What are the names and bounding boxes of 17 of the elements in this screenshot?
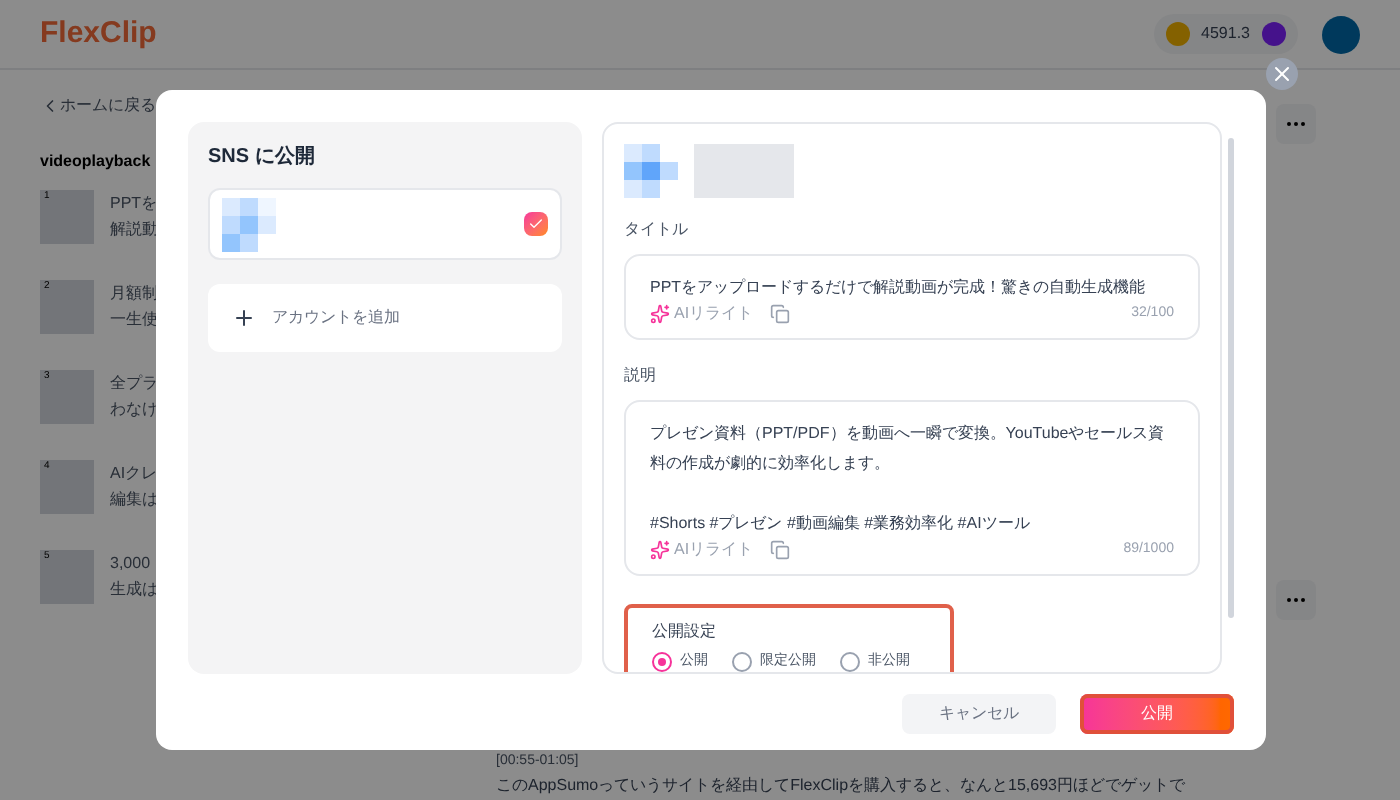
- transcript-text: このAppSumoっていうサイトを経由してFlexClipを購入すると、なんと15,693円ほどでゲットで: [496, 773, 1187, 797]
- field-label: タイトル: [624, 218, 690, 242]
- visibility-label: 公開設定: [652, 620, 718, 644]
- scene-text: PPTを: [110, 192, 158, 216]
- field-value: プレゼン資料（PPT/PDF）を動画へ一瞬で変換。YouTubeやセールス資料の作成が劇的に効率化します。 #Shorts #プレゼン #動画編集 #業務効率化 #AIツール: [650, 422, 1167, 536]
- scene-text: 編集は: [110, 488, 158, 512]
- project-title: videoplayback: [40, 150, 151, 174]
- dialog-heading: SNS に公開: [208, 143, 317, 172]
- field-label: 説明: [624, 364, 658, 388]
- scene-text: 生成は: [110, 578, 158, 602]
- credits-count: 4591.3: [1201, 22, 1250, 46]
- scene-text: わなけ: [110, 398, 158, 422]
- scene-text: 3,000: [110, 552, 153, 576]
- scene-text: 全プラ: [110, 372, 158, 396]
- field-value: PPTをアップロードするだけで解説動画が完成！驚きの自動生成機能: [650, 276, 1148, 300]
- scene-text: AIクレ: [110, 462, 158, 486]
- scene-text: 一生使: [110, 308, 158, 332]
